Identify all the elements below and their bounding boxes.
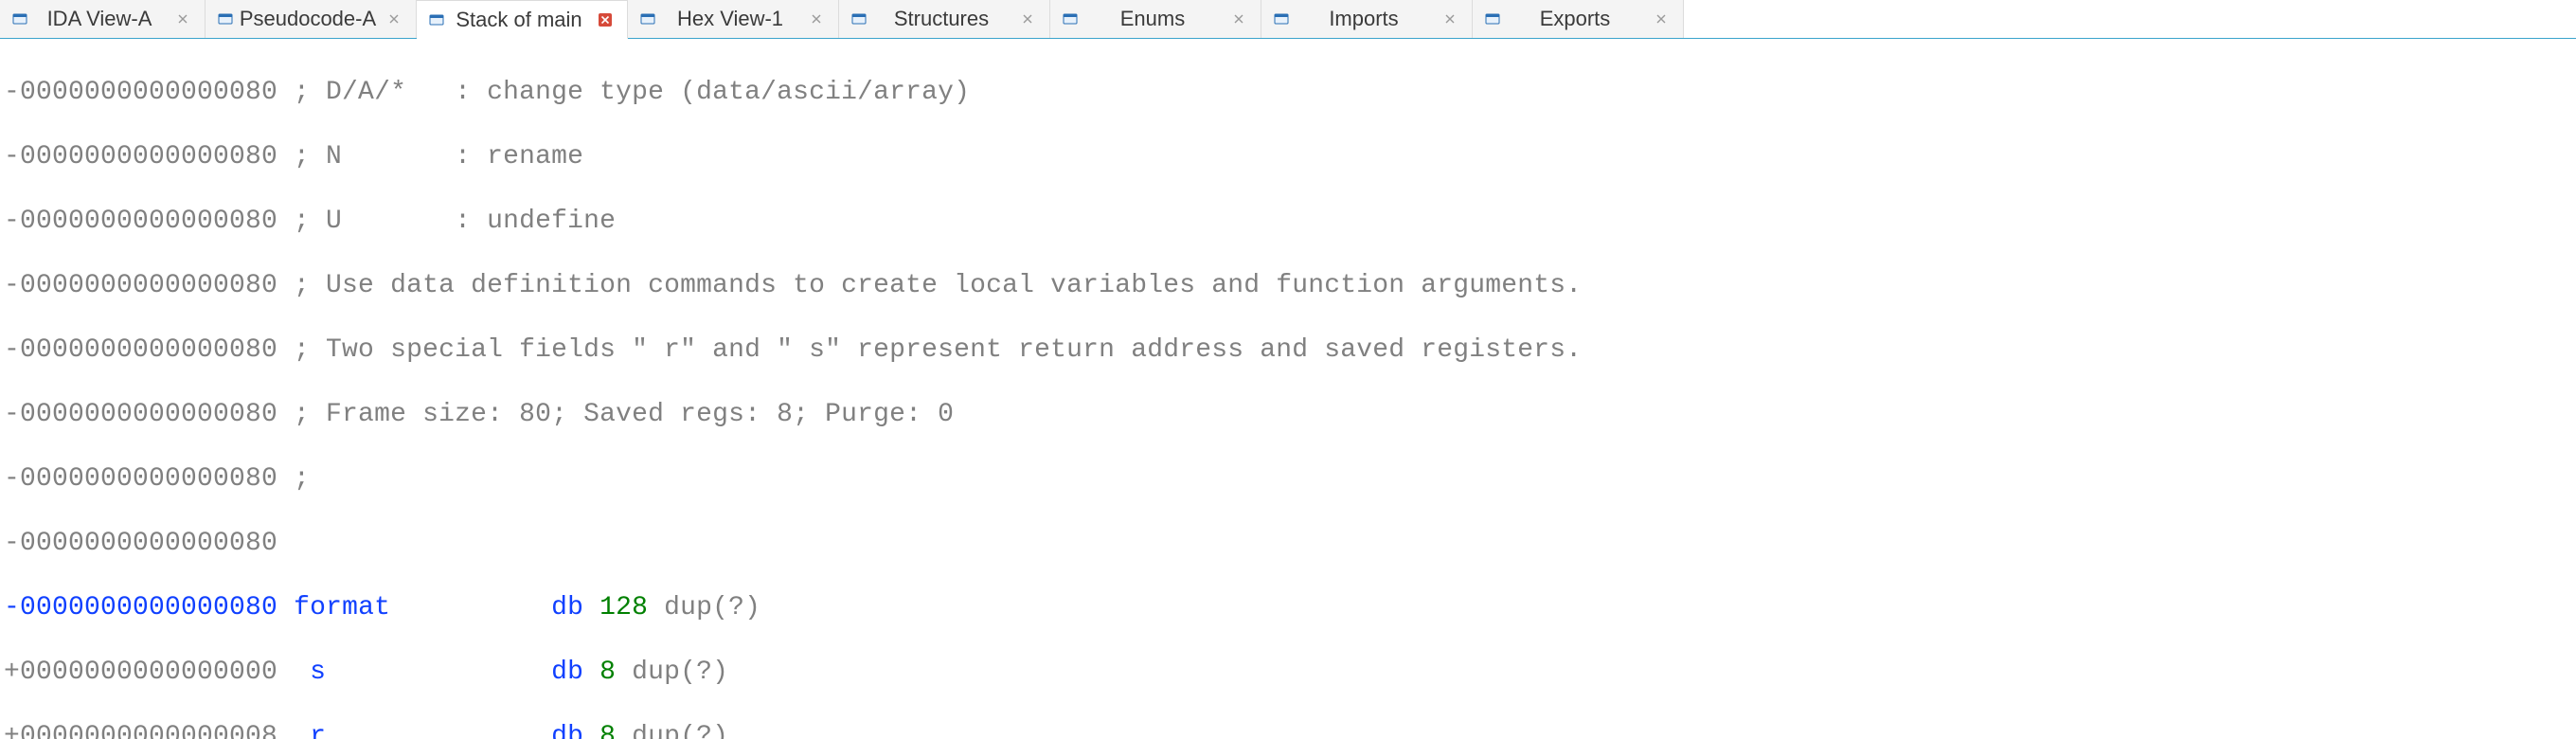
close-icon[interactable]: [1230, 10, 1247, 27]
padding: [326, 658, 551, 687]
tab-label: Hex View-1: [662, 7, 798, 31]
listing-line[interactable]: -0000000000000080: [4, 528, 2576, 560]
stack-offset: +0000000000000008: [4, 722, 277, 739]
tab-label: Imports: [1296, 7, 1432, 31]
view-icon: [11, 10, 28, 27]
stack-offset: -0000000000000080: [4, 464, 277, 494]
number: 128: [599, 593, 648, 622]
view-icon: [1273, 10, 1290, 27]
stack-offset: -0000000000000080: [4, 207, 277, 236]
directive: db: [551, 658, 599, 687]
stack-listing[interactable]: -0000000000000080 ; D/A/* : change type …: [0, 39, 2576, 739]
close-icon[interactable]: [1441, 10, 1458, 27]
dup-suffix: dup(?): [616, 722, 728, 739]
tab-imports[interactable]: Imports: [1261, 0, 1473, 38]
listing-line[interactable]: -0000000000000080 ; N : rename: [4, 141, 2576, 173]
listing-line[interactable]: -0000000000000080 ; Use data definition …: [4, 270, 2576, 302]
stack-offset: -0000000000000080: [4, 593, 277, 622]
tab-hex-view-1[interactable]: Hex View-1: [628, 0, 839, 38]
stack-offset: -0000000000000080: [4, 271, 277, 300]
view-icon: [217, 10, 234, 27]
comment-text: ; D/A/* : change type (data/ascii/array): [277, 78, 970, 107]
close-icon[interactable]: [385, 10, 402, 27]
tab-label: Pseudocode-A: [240, 7, 376, 31]
stack-offset: +0000000000000000: [4, 658, 277, 687]
stack-offset: -0000000000000080: [4, 335, 277, 365]
padding: [390, 593, 551, 622]
directive: db: [551, 593, 599, 622]
number: 8: [599, 658, 616, 687]
listing-line[interactable]: -0000000000000080 format db 128 dup(?): [4, 592, 2576, 624]
tab-stack-of-main[interactable]: Stack of main: [417, 0, 628, 39]
tab-pseudocode-a[interactable]: Pseudocode-A: [206, 0, 417, 38]
dup-suffix: dup(?): [616, 658, 728, 687]
comment-text: ; Frame size: 80; Saved regs: 8; Purge: …: [277, 400, 954, 429]
tab-exports[interactable]: Exports: [1473, 0, 1684, 38]
listing-line[interactable]: -0000000000000080 ; D/A/* : change type …: [4, 77, 2576, 109]
dup-suffix: dup(?): [648, 593, 760, 622]
number: 8: [599, 722, 616, 739]
comment-text: ; Two special fields " r" and " s" repre…: [277, 335, 1582, 365]
listing-line[interactable]: -0000000000000080 ; U : undefine: [4, 206, 2576, 238]
close-icon[interactable]: [808, 10, 825, 27]
tab-structures[interactable]: Structures: [839, 0, 1050, 38]
close-icon[interactable]: [1019, 10, 1036, 27]
view-icon: [428, 11, 445, 28]
stack-offset: -0000000000000080: [4, 400, 277, 429]
view-icon: [850, 10, 868, 27]
listing-line[interactable]: -0000000000000080 ; Frame size: 80; Save…: [4, 399, 2576, 431]
close-badge-icon[interactable]: [597, 11, 614, 28]
close-icon[interactable]: [174, 10, 191, 27]
listing-line[interactable]: -0000000000000080 ; Two special fields "…: [4, 334, 2576, 367]
comment-text: ;: [277, 464, 310, 494]
tab-label: IDA View-A: [34, 7, 165, 31]
directive: db: [551, 722, 599, 739]
tab-ida-view-a[interactable]: IDA View-A: [0, 0, 206, 38]
tab-label: Exports: [1507, 7, 1643, 31]
var-name[interactable]: format: [294, 593, 390, 622]
tab-label: Structures: [873, 7, 1010, 31]
stack-offset: -0000000000000080: [4, 78, 277, 107]
stack-offset: -0000000000000080: [4, 529, 277, 558]
listing-line[interactable]: -0000000000000080 ;: [4, 463, 2576, 496]
var-name[interactable]: r: [294, 722, 326, 739]
view-icon: [1484, 10, 1501, 27]
close-icon[interactable]: [1653, 10, 1670, 27]
padding: [326, 722, 551, 739]
tab-enums[interactable]: Enums: [1050, 0, 1261, 38]
comment-text: ; U : undefine: [277, 207, 616, 236]
comment-text: ; N : rename: [277, 142, 583, 171]
view-icon: [1062, 10, 1079, 27]
stack-offset: -0000000000000080: [4, 142, 277, 171]
view-icon: [639, 10, 656, 27]
tab-label: Enums: [1084, 7, 1221, 31]
tab-bar: IDA View-A Pseudocode-A Stack of main He…: [0, 0, 2576, 39]
var-name[interactable]: s: [294, 658, 326, 687]
listing-line[interactable]: +0000000000000000 s db 8 dup(?): [4, 657, 2576, 689]
listing-line[interactable]: +0000000000000008 r db 8 dup(?): [4, 721, 2576, 739]
comment-text: ; Use data definition commands to create…: [277, 271, 1582, 300]
tab-label: Stack of main: [451, 8, 587, 32]
